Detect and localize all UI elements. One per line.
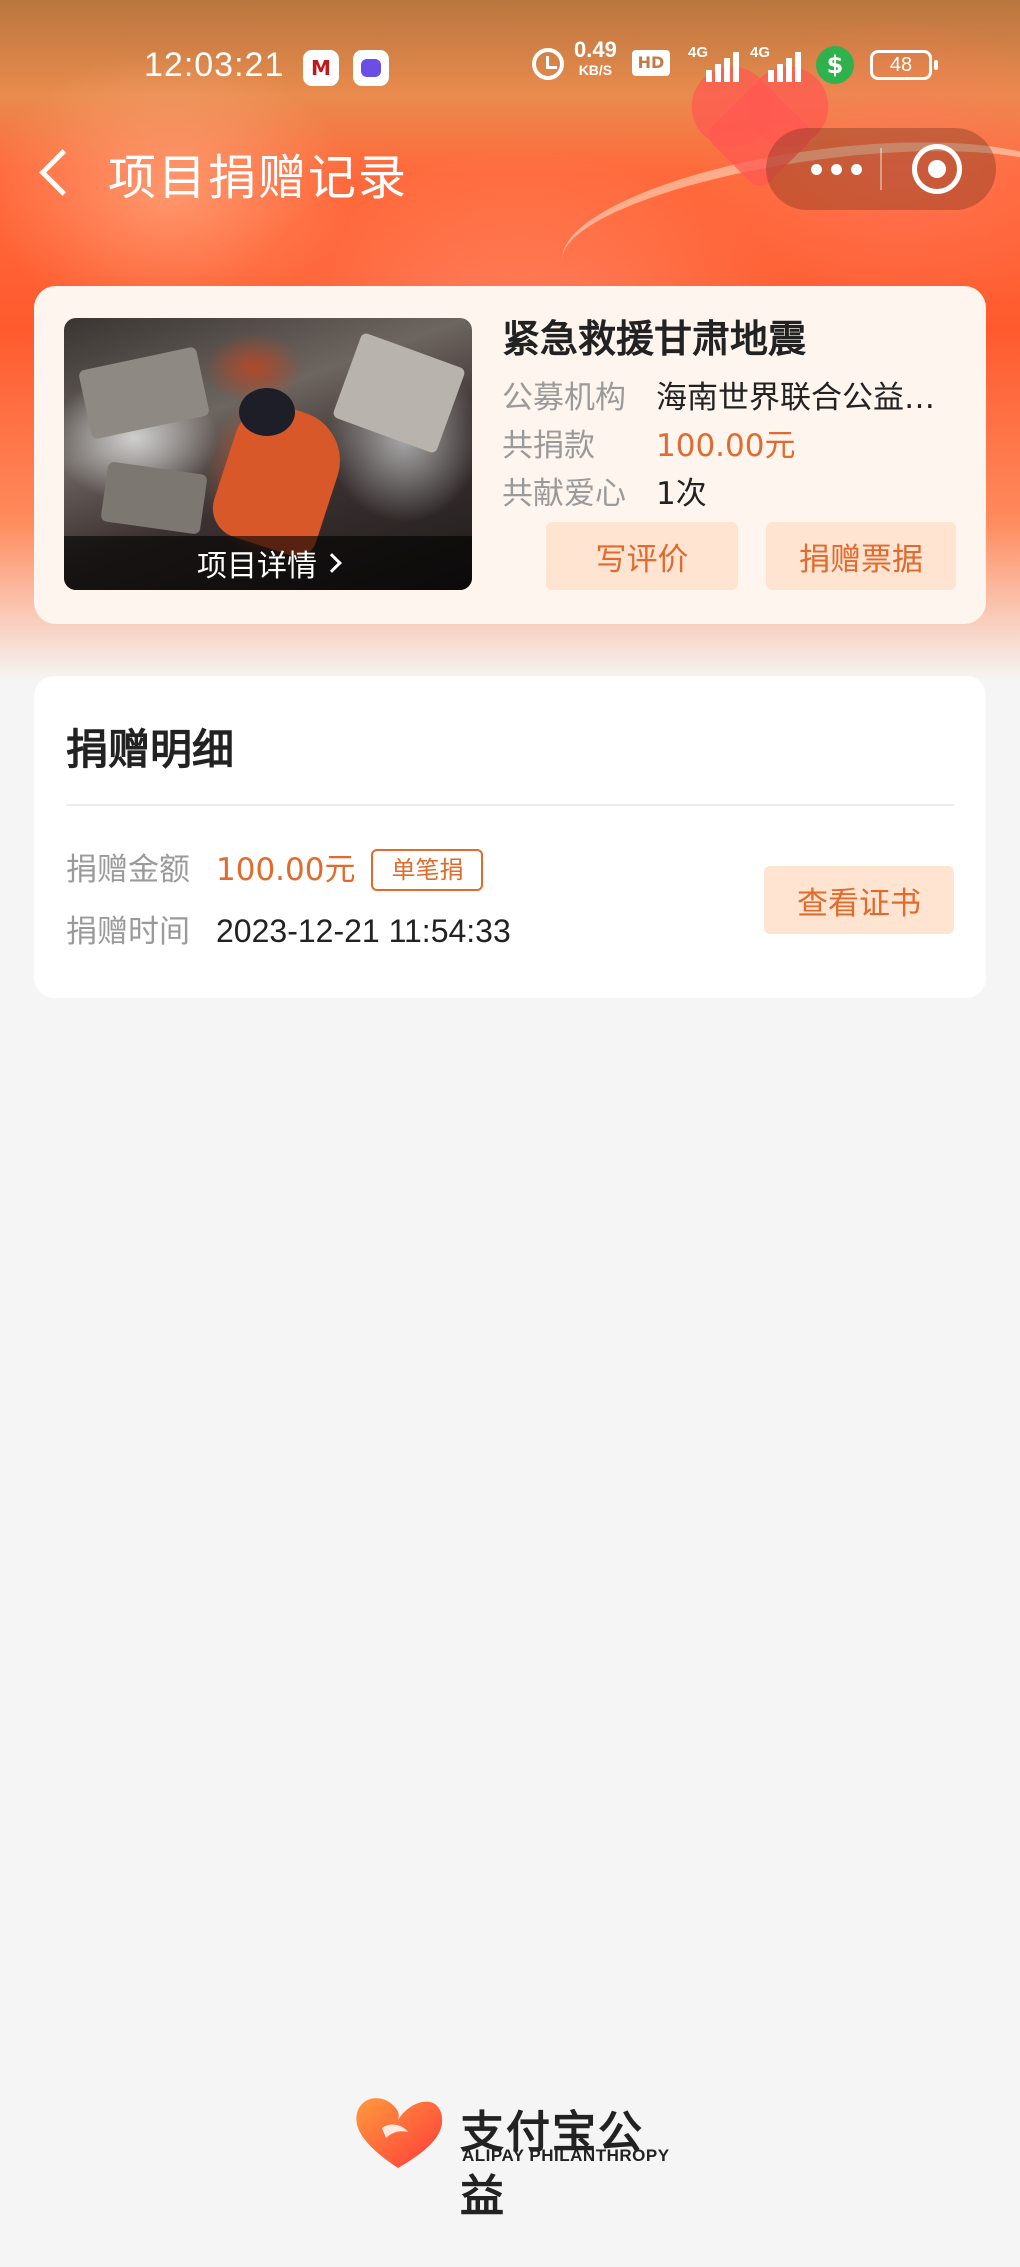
rescuer-helmet <box>239 388 295 436</box>
count-label: 共献爱心 <box>502 476 626 512</box>
total-value: 100.00元 <box>656 428 796 464</box>
status-bar: 12:03:21 M 0.49 KB/S HD 4G 4G $ 48 <box>0 0 1020 112</box>
amount-row: 捐赠金额 100.00元 单笔捐 <box>66 844 484 891</box>
capsule-divider <box>880 148 882 190</box>
view-certificate-button[interactable]: 查看证书 <box>764 866 954 934</box>
network-type: 4G <box>688 44 709 61</box>
count-row: 共献爱心 1次 <box>502 468 707 513</box>
project-details-link[interactable]: 项目详情 <box>64 536 472 590</box>
payment-app-icon: $ <box>816 46 854 84</box>
org-value: 海南世界联合公益… <box>656 380 935 416</box>
chat-app-icon <box>353 50 389 86</box>
page-title: 项目捐赠记录 <box>108 150 409 206</box>
detail-title: 捐赠明细 <box>66 725 235 774</box>
signal-icon: 4G <box>750 44 801 82</box>
project-card: 项目详情 紧急救援甘肃地震 公募机构 海南世界联合公益… 共捐款 100.00元 共… <box>34 286 986 624</box>
back-arrow-icon[interactable] <box>36 144 76 200</box>
heart-logo-icon <box>356 2098 443 2168</box>
time-value: 2023-12-21 11:54:33 <box>216 913 511 949</box>
miniprogram-capsule <box>766 128 996 210</box>
hd-voice-icon: HD <box>632 50 670 76</box>
network-speed-unit: KB/S <box>578 62 613 78</box>
chevron-right-icon <box>322 553 342 573</box>
network-type: 4G <box>750 44 771 61</box>
divider <box>66 804 954 806</box>
donation-detail-card: 捐赠明细 捐赠金额 100.00元 单笔捐 捐赠时间 2023-12-21 11:54… <box>34 676 986 998</box>
time-label: 捐赠时间 <box>66 914 190 950</box>
bank-app-icon: M <box>303 50 339 86</box>
signal-icon: 4G <box>688 44 739 82</box>
amount-label: 捐赠金额 <box>66 852 190 888</box>
project-details-label: 项目详情 <box>197 549 317 584</box>
project-image[interactable]: 项目详情 <box>64 318 472 590</box>
org-row: 公募机构 海南世界联合公益… <box>502 372 956 417</box>
status-time: 12:03:21 <box>144 46 285 84</box>
project-title: 紧急救援甘肃地震 <box>502 317 807 361</box>
network-speed: 0.49 KB/S <box>574 37 617 80</box>
total-row: 共捐款 100.00元 <box>502 420 795 465</box>
network-speed-value: 0.49 <box>574 37 617 62</box>
close-miniprogram-icon[interactable] <box>912 144 962 194</box>
alarm-icon <box>532 48 564 80</box>
alipay-philanthropy-logo: 支付宝公益 ALIPAY PHILANTHROPY <box>352 2088 672 2222</box>
brand-subtitle: ALIPAY PHILANTHROPY <box>462 2146 670 2165</box>
battery-icon: 48 <box>870 50 938 80</box>
single-donation-badge: 单笔捐 <box>371 849 484 891</box>
donation-receipt-button[interactable]: 捐赠票据 <box>766 522 956 590</box>
total-label: 共捐款 <box>502 428 595 464</box>
count-value: 1次 <box>656 476 707 512</box>
time-row: 捐赠时间 2023-12-21 11:54:33 <box>66 906 511 951</box>
more-icon[interactable] <box>796 128 876 210</box>
amount-value: 100.00元 <box>216 852 356 888</box>
org-label: 公募机构 <box>502 380 626 416</box>
write-review-button[interactable]: 写评价 <box>546 522 738 590</box>
